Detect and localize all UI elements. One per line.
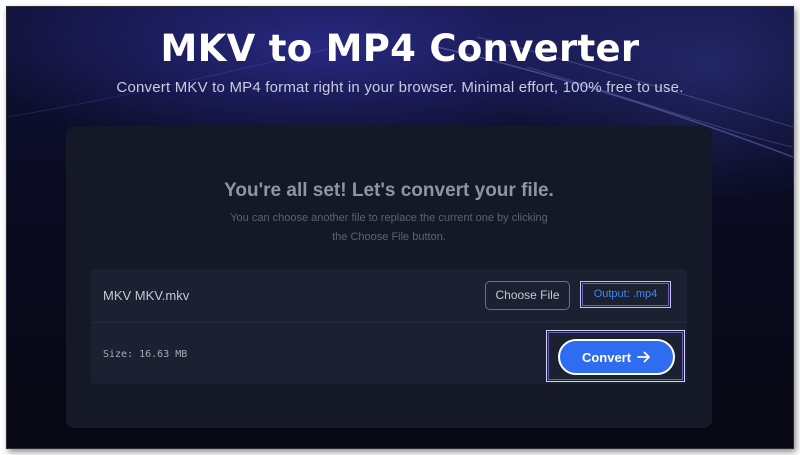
convert-button-label: Convert [581,349,632,365]
file-name: MKV MKV.mkv [103,288,190,303]
page-subtitle: Convert MKV to MP4 format right in your … [116,79,684,96]
converter-card: You're all set! Let's convert your file.… [66,126,712,428]
choose-file-button[interactable]: Choose File [485,281,570,310]
panel-divider [91,322,687,323]
convert-button[interactable]: Convert [558,339,675,375]
convert-button-highlight: Convert [546,330,685,382]
output-format-button[interactable]: Output: .mp4 [580,281,671,308]
arrow-right-icon [637,351,650,363]
card-heading: You're all set! Let's convert your file. [224,180,554,201]
file-panel: MKV MKV.mkv Choose File Output: .mp4 Siz… [91,269,687,384]
file-size: Size: 16.63 MB [103,349,188,360]
card-description: You can choose another file to replace t… [230,212,548,243]
app-window: MKV to MP4 Converter Convert MKV to MP4 … [6,6,794,449]
page-title: MKV to MP4 Converter [160,27,640,70]
